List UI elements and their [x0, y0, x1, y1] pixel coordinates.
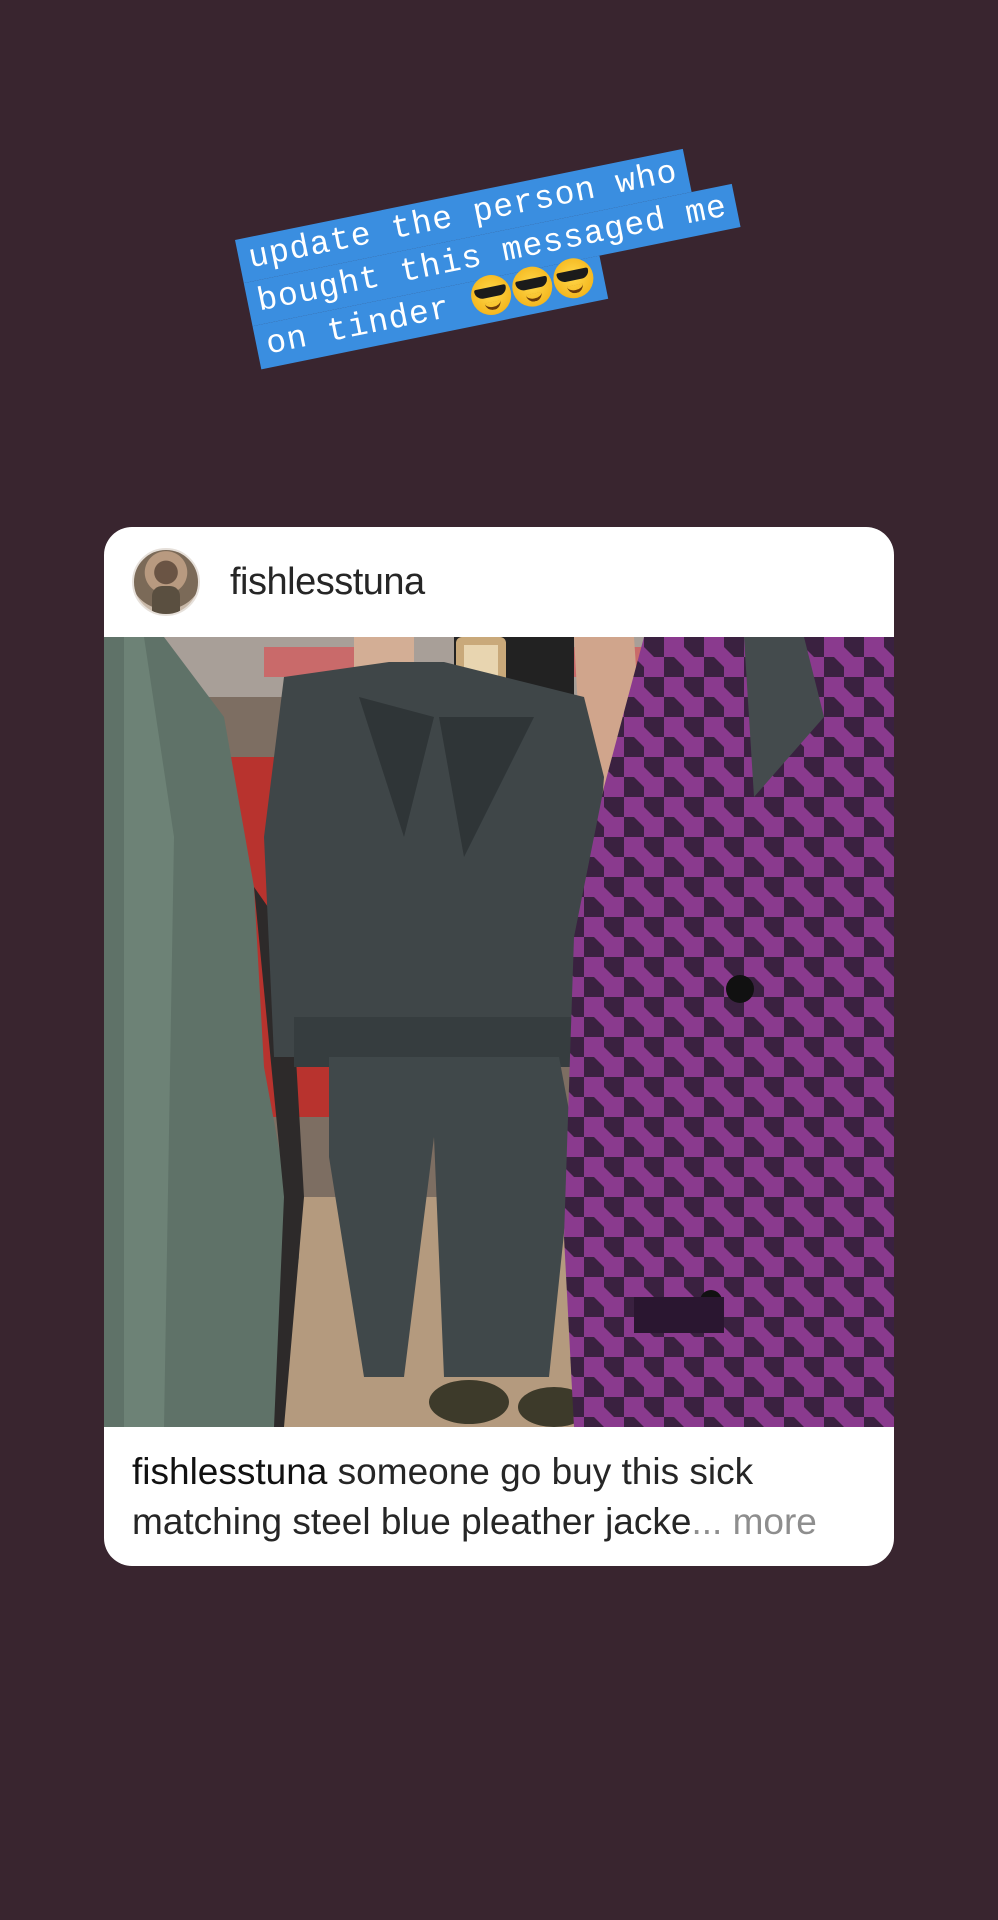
- thrift-store-photo: [104, 637, 894, 1427]
- avatar[interactable]: [132, 548, 200, 616]
- caption-more-link[interactable]: more: [722, 1501, 817, 1542]
- caption-ellipsis: ...: [691, 1501, 723, 1542]
- post-username[interactable]: fishlesstuna: [230, 561, 425, 604]
- post-header[interactable]: fishlesstuna: [104, 527, 894, 637]
- post-caption: fishlesstuna someone go buy this sick ma…: [104, 1427, 894, 1547]
- caption-username[interactable]: fishlesstuna: [132, 1451, 327, 1492]
- shared-post-card[interactable]: fishlesstuna fishlesstuna someone go buy…: [104, 527, 894, 1566]
- story-screen: update the person who bought this messag…: [0, 0, 998, 1920]
- text-sticker: update the person who bought this messag…: [235, 128, 810, 370]
- post-photo[interactable]: [104, 637, 894, 1427]
